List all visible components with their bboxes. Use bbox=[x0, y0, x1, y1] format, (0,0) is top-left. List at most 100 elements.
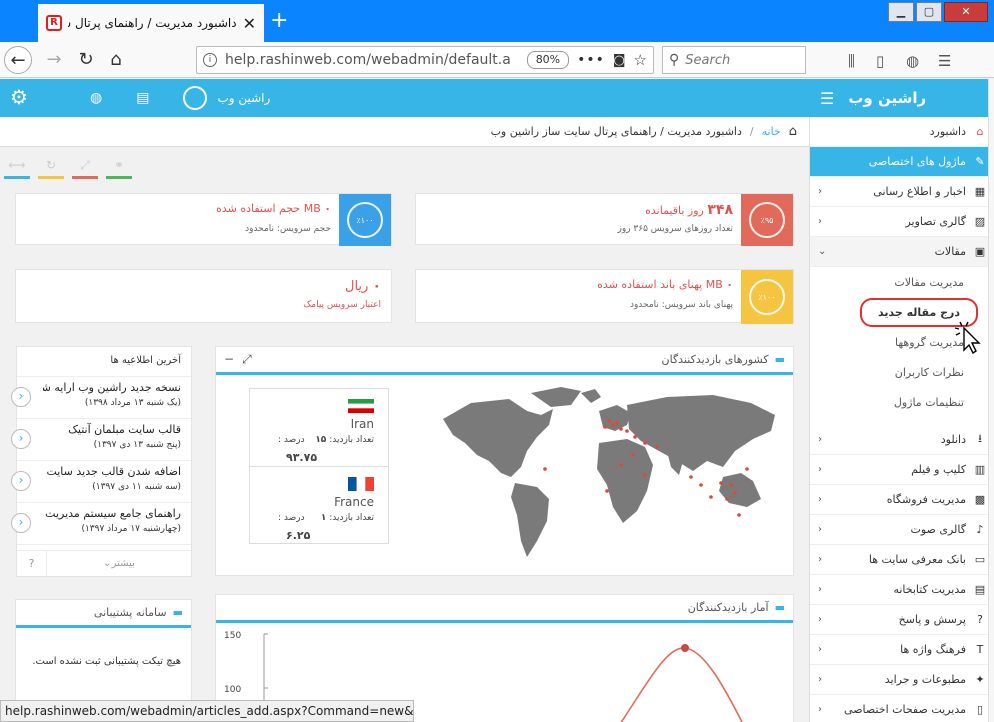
zoom-level[interactable]: 80% bbox=[526, 51, 570, 69]
sidebar-item[interactable]: ⭳ دانلود ‹ bbox=[810, 425, 994, 455]
sidebar-item[interactable]: ▣ مقالات ⌄ bbox=[810, 237, 994, 267]
address-bar[interactable]: i help.rashinweb.com/webadmin/default.a … bbox=[196, 46, 654, 74]
minimize-icon[interactable]: ▁ bbox=[888, 2, 914, 22]
sidebar-item-label: فرهنگ واژه ها bbox=[900, 643, 966, 656]
percent-value: ۹۳.۷۵ bbox=[286, 451, 318, 464]
sidebar-item[interactable]: ♪ گالری صوت ‹ bbox=[810, 515, 994, 545]
sidebar-item[interactable]: T فرهنگ واژه ها ‹ bbox=[810, 635, 994, 665]
sidebar-item[interactable]: ▭ بانک معرفی سایت ها ‹ bbox=[810, 545, 994, 575]
list-item[interactable]: ‹ راهنمای جامع سیستم مدیریت (چهارشنبه ۱۷ م… bbox=[11, 503, 191, 545]
info-icon[interactable]: i bbox=[203, 53, 217, 67]
sidebar-item-label: دانلود bbox=[940, 433, 966, 446]
chevron-left-icon: ‹ bbox=[818, 186, 822, 197]
list-item[interactable]: ‹ اضافه شدن قالب جدید سایت (سه شنبه ۱۱ دی … bbox=[11, 461, 191, 503]
text-icon: T bbox=[976, 643, 984, 656]
visits-label: تعداد بازدید: bbox=[329, 435, 374, 445]
bandwidth-progress-ring: ٪۱۰۰ bbox=[741, 270, 793, 324]
card-number: ۳۴۸ bbox=[707, 202, 733, 218]
chevron-left-icon[interactable]: ‹ bbox=[11, 513, 31, 533]
sidebar-item[interactable]: ✦ مطبوعات و جراید ‹ bbox=[810, 665, 994, 695]
breadcrumb-home[interactable]: خانه bbox=[762, 125, 781, 138]
sidebar-item[interactable]: ? پرسش و پاسخ ‹ bbox=[810, 605, 994, 635]
chevron-left-icon[interactable]: ‹ bbox=[11, 387, 31, 407]
card-value: ۰ MB پهنای باند استفاده شده bbox=[597, 278, 733, 291]
sidebar-item[interactable]: ▦ اخبار و اطلاع رسانی ‹ bbox=[810, 177, 994, 207]
expand-icon[interactable]: ⤢ bbox=[242, 352, 252, 367]
sidebar-item[interactable]: ▤ مدیریت کتابخانه ‹ bbox=[810, 575, 994, 605]
card-value: ۰ ریال bbox=[345, 278, 381, 294]
sidebar-item-label: گالری صوت bbox=[910, 523, 967, 536]
chevron-left-icon[interactable]: ‹ bbox=[11, 429, 31, 449]
bookmark-star-icon[interactable]: ☆ bbox=[634, 51, 647, 69]
gear-icon[interactable]: ⚙ bbox=[10, 87, 28, 107]
sidebar-subitem[interactable]: تنظیمات ماژول bbox=[810, 387, 994, 417]
visits-count: تعداد بازدید: ۱۵ bbox=[315, 435, 374, 445]
announcement-title[interactable]: نسخه جدید راشین وب ارایه شد. bbox=[43, 381, 181, 394]
status-bar-url: help.rashinweb.com/webadmin/articles_add… bbox=[0, 700, 414, 722]
minimize-panel-icon[interactable]: − bbox=[224, 352, 234, 367]
sidebar-item[interactable]: ✎ ماژول های اختصاصی bbox=[810, 147, 994, 177]
more-actions-icon[interactable]: ••• bbox=[577, 52, 605, 68]
library-icon[interactable]: ⫼ bbox=[848, 52, 855, 70]
home-crumb-icon[interactable]: ⌂ bbox=[789, 124, 797, 139]
card-value: ۳۴۸ روز باقیمانده bbox=[645, 202, 733, 218]
back-arrow-icon[interactable]: ← bbox=[4, 46, 32, 74]
chevron-left-icon[interactable]: ‹ bbox=[11, 471, 31, 491]
sidebar-subitem-label: تنظیمات ماژول bbox=[893, 395, 964, 409]
search-box[interactable]: ⚲ bbox=[662, 46, 806, 74]
forward-arrow-icon[interactable]: → bbox=[40, 46, 68, 74]
sidebar-subitem-label: نظرات کاربران bbox=[894, 365, 964, 379]
sidebar-item[interactable]: ▨ گالری تصاویر ‹ bbox=[810, 207, 994, 237]
sidebar-item-label: بانک معرفی سایت ها bbox=[868, 553, 966, 566]
sidebar-subitem[interactable]: مدیریت مقالات bbox=[810, 267, 994, 297]
avatar[interactable] bbox=[183, 86, 208, 110]
sidebar-item-label: ماژول های اختصاصی bbox=[868, 155, 966, 168]
user-name[interactable]: راشین وب bbox=[217, 91, 270, 105]
reload-icon[interactable]: ↻ bbox=[72, 46, 100, 74]
announcement-title[interactable]: قالب سایت مبلمان آنتیک bbox=[43, 423, 181, 436]
more-link[interactable]: ⌄بیشتر bbox=[47, 551, 191, 576]
announcement-title[interactable]: راهنمای جامع سیستم مدیریت bbox=[43, 507, 181, 520]
chevron-left-icon: ‹ bbox=[818, 584, 822, 595]
globe-icon[interactable]: ◍ bbox=[906, 52, 919, 70]
announcements-panel: آخرین اطلاعیه ها ‹ نسخه جدید راشین وب ارا… bbox=[11, 346, 192, 577]
sidebar-toggle-icon[interactable]: ▯ bbox=[876, 52, 884, 70]
list-item[interactable]: ‹ نسخه جدید راشین وب ارایه شد. (یک شنبه ۱۳… bbox=[11, 377, 191, 419]
new-tab-icon[interactable]: + bbox=[270, 10, 288, 32]
card-number: ۰ bbox=[372, 278, 381, 294]
sms-credit-card: ۰ ریال اعتبار سرویس پیامک bbox=[15, 269, 392, 323]
sidebar-item[interactable]: ▥ کلیپ و فیلم ‹ bbox=[810, 455, 994, 485]
window-close-icon[interactable]: ✕ bbox=[944, 2, 988, 22]
page-scrollbar[interactable] bbox=[988, 79, 994, 722]
country-name: Iran bbox=[350, 417, 374, 431]
globe-icon[interactable]: ◍ bbox=[90, 90, 102, 106]
list-item[interactable]: ‹ قالب سایت مبلمان آنتیک (پنج شنبه ۱۳ دی ۱… bbox=[11, 419, 191, 461]
data-point[interactable] bbox=[681, 644, 689, 652]
server-icon[interactable]: ▤ bbox=[136, 90, 149, 106]
brand-logo[interactable]: راشین وب bbox=[848, 89, 926, 107]
help-icon[interactable]: ? bbox=[17, 551, 47, 576]
hamburger-menu-icon[interactable]: ☰ bbox=[820, 89, 834, 108]
collapse-icon[interactable]: ⟷ bbox=[4, 155, 30, 179]
announcement-title[interactable]: اضافه شدن قالب جدید سایت bbox=[43, 465, 181, 478]
maximize-icon[interactable]: ▢ bbox=[916, 2, 942, 22]
fullscreen-icon[interactable]: ⤢ bbox=[72, 155, 98, 179]
sidebar-item[interactable]: ▩ مدیریت فروشگاه ‹ bbox=[810, 485, 994, 515]
home-icon[interactable]: ⌂ bbox=[102, 46, 130, 74]
card-value: ۰ MB حجم استفاده شده bbox=[216, 202, 331, 215]
visits-value: ۱۵ bbox=[315, 435, 327, 445]
search-input[interactable] bbox=[685, 52, 796, 68]
sidebar-subitem[interactable]: نظرات کاربران bbox=[810, 357, 994, 387]
panel-header: ▬ آمار بازدیدکنندگان bbox=[216, 595, 793, 623]
sidebar-item[interactable]: ⌂ داشبورد bbox=[810, 117, 994, 147]
link-icon[interactable]: ⚭ bbox=[106, 155, 132, 179]
sidebar-item[interactable]: ▯ مدیریت صفحات اختصاصی ‹ bbox=[810, 695, 994, 722]
refresh-icon[interactable]: ↻ bbox=[38, 155, 64, 179]
chevron-left-icon: ‹ bbox=[818, 704, 822, 715]
pocket-icon[interactable]: ◙ bbox=[613, 53, 626, 68]
app-menu-icon[interactable]: ☰ bbox=[938, 52, 951, 70]
window-controls: ▁ ▢ ✕ bbox=[888, 2, 988, 22]
close-tab-icon[interactable]: ✕ bbox=[243, 14, 256, 33]
browser-tab[interactable]: R داشبورد مدیریت / راهنمای پرتال سا ✕ bbox=[38, 4, 264, 42]
support-empty-message: هیچ تیکت پشتیبانی ثبت نشده است. bbox=[32, 656, 181, 667]
